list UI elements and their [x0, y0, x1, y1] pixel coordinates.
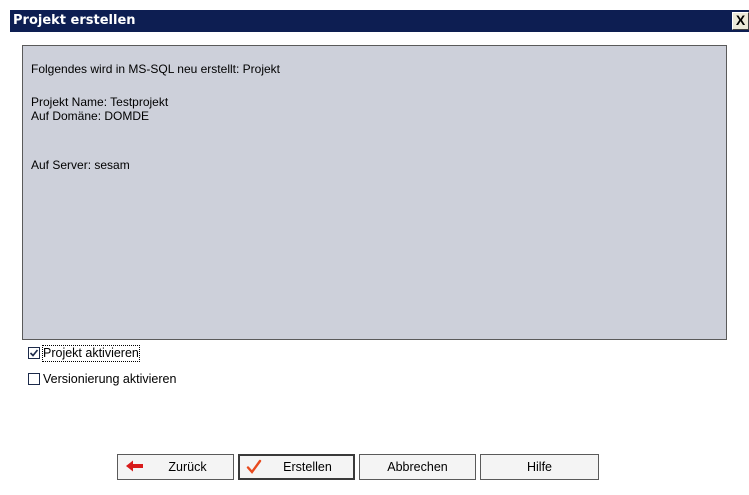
activate-project-label[interactable]: Projekt aktivieren — [42, 344, 140, 362]
checkmark-icon — [246, 459, 262, 474]
left-arrow-icon — [126, 460, 143, 472]
project-name-line: Projekt Name: Testprojekt — [31, 95, 169, 109]
activate-versioning-label[interactable]: Versionierung aktivieren — [43, 372, 176, 387]
activate-versioning-option[interactable]: Versionierung aktivieren — [28, 371, 176, 387]
summary-heading: Folgendes wird in MS-SQL neu erstellt: P… — [31, 62, 280, 76]
close-button[interactable]: X — [732, 12, 749, 30]
back-button[interactable]: Zurück — [117, 454, 234, 480]
close-icon: X — [735, 12, 746, 28]
server-line: Auf Server: sesam — [31, 158, 130, 172]
help-button[interactable]: Hilfe — [480, 454, 599, 480]
activate-project-checkbox[interactable] — [28, 347, 40, 359]
dialog-title: Projekt erstellen — [13, 13, 136, 28]
cancel-button[interactable]: Abbrechen — [359, 454, 476, 480]
create-project-dialog: Projekt erstellen X Folgendes wird in MS… — [10, 8, 749, 495]
activate-versioning-checkbox[interactable] — [28, 373, 40, 385]
summary-panel: Folgendes wird in MS-SQL neu erstellt: P… — [22, 45, 727, 340]
cancel-button-label: Abbrechen — [387, 460, 448, 474]
checkmark-icon — [29, 349, 39, 357]
activate-project-option[interactable]: Projekt aktivieren — [28, 344, 140, 362]
domain-line: Auf Domäne: DOMDE — [31, 109, 150, 123]
create-button[interactable]: Erstellen — [238, 454, 355, 480]
help-button-label: Hilfe — [526, 460, 552, 474]
title-bar[interactable]: Projekt erstellen X — [10, 10, 749, 32]
create-button-label: Erstellen — [283, 460, 332, 474]
back-button-label: Zurück — [168, 460, 207, 474]
